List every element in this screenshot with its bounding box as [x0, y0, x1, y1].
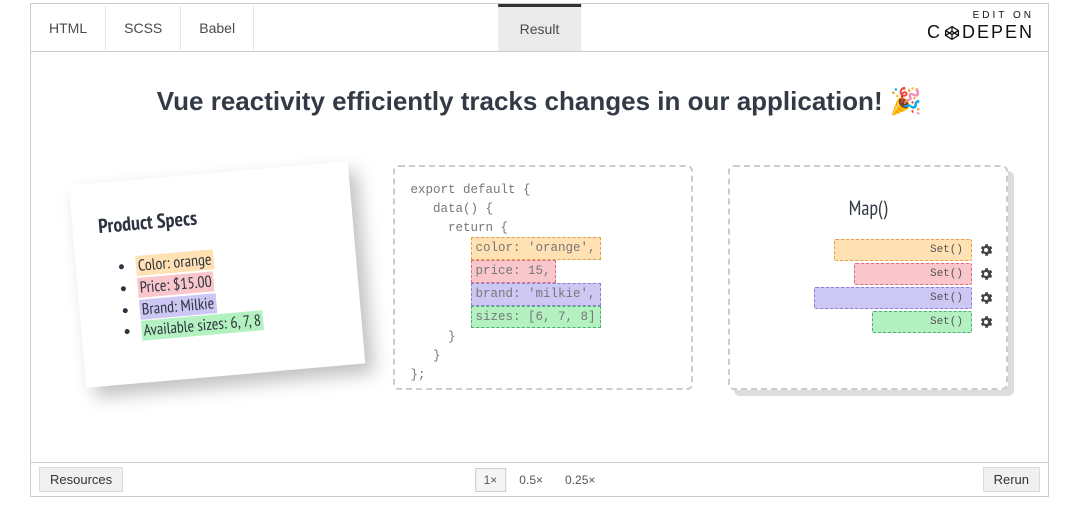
edit-on-codepen-link[interactable]: EDIT ON C DEPEN	[927, 10, 1034, 43]
set-row: Set()	[742, 287, 994, 309]
map-panel: Map() Set() Set() Set() Set()	[728, 165, 1008, 390]
set-row: Set()	[742, 311, 994, 333]
gear-icon	[978, 314, 994, 330]
code-panel: export default { data() { return { color…	[393, 165, 693, 390]
page-title: Vue reactivity efficiently tracks change…	[61, 86, 1018, 117]
tab-html[interactable]: HTML	[31, 6, 106, 50]
product-list: Color: orange Price: $15.00 Brand: Milki…	[101, 239, 336, 345]
code-prop-price: price: 15,	[471, 260, 556, 283]
set-bar-brand: Set()	[814, 287, 972, 309]
rerun-button[interactable]: Rerun	[983, 467, 1040, 492]
code-prop-brand: brand: 'milkie',	[471, 283, 601, 306]
code-prop-color: color: 'orange',	[471, 237, 601, 260]
tab-scss[interactable]: SCSS	[106, 6, 181, 50]
zoom-05x[interactable]: 0.5×	[510, 468, 552, 492]
set-row: Set()	[742, 263, 994, 285]
result-pane: Vue reactivity efficiently tracks change…	[31, 52, 1048, 462]
resources-button[interactable]: Resources	[39, 467, 123, 492]
set-bar-color: Set()	[834, 239, 972, 261]
bottombar: Resources 1× 0.5× 0.25× Rerun	[31, 462, 1048, 496]
code-prop-sizes: sizes: [6, 7, 8]	[471, 306, 601, 329]
topbar: HTML SCSS Babel Result EDIT ON C DEPEN	[31, 4, 1048, 52]
zoom-group: 1× 0.5× 0.25×	[475, 468, 605, 492]
codepen-logo: C DEPEN	[927, 22, 1034, 43]
set-bar-price: Set()	[854, 263, 972, 285]
gear-icon	[978, 290, 994, 306]
product-card: Product Specs Color: orange Price: $15.0…	[69, 161, 366, 388]
panels-row: Product Specs Color: orange Price: $15.0…	[61, 165, 1018, 390]
gear-icon	[978, 266, 994, 282]
edit-on-label: EDIT ON	[927, 10, 1034, 21]
map-title: Map()	[742, 195, 994, 221]
zoom-025x[interactable]: 0.25×	[556, 468, 604, 492]
tabs-left: HTML SCSS Babel	[31, 6, 254, 50]
product-title: Product Specs	[97, 193, 326, 239]
set-row: Set()	[742, 239, 994, 261]
set-bar-sizes: Set()	[872, 311, 972, 333]
zoom-1x[interactable]: 1×	[475, 468, 507, 492]
tab-result[interactable]: Result	[498, 4, 582, 51]
tab-babel[interactable]: Babel	[181, 6, 254, 50]
codepen-cube-icon	[944, 25, 960, 41]
gear-icon	[978, 242, 994, 258]
